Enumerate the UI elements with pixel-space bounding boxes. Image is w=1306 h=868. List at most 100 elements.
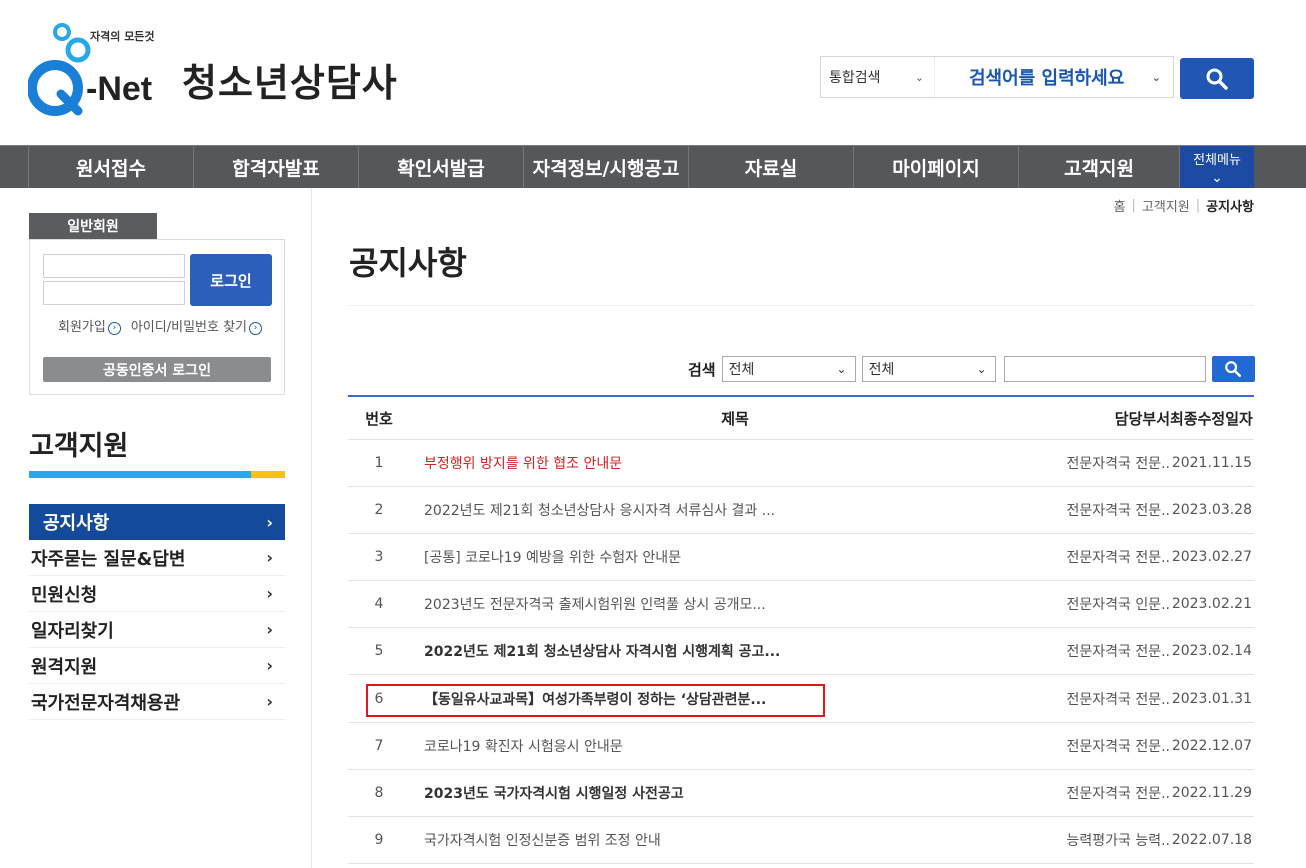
- table-row[interactable]: 8 2023년도 국가자격시험 시행일정 사전공고 전문자격국 전문.. 2022.1…: [348, 770, 1254, 817]
- row-title-link[interactable]: [공통] 코로나19 예방을 위한 수험자 안내문: [410, 547, 1060, 567]
- row-title-link[interactable]: 코로나19 확진자 시험응시 안내문: [410, 736, 1060, 756]
- row-number: 1: [374, 455, 384, 472]
- svg-text:-Net: -Net: [86, 70, 152, 108]
- username-field[interactable]: [43, 254, 185, 278]
- site-title[interactable]: 청소년상담사: [182, 52, 398, 107]
- sidebar-item-notices[interactable]: 공지사항 ›: [29, 504, 285, 540]
- sidebar-divider: [311, 188, 312, 868]
- row-department: 전문자격국 전문..: [1066, 503, 1170, 520]
- search-icon: [1206, 68, 1228, 90]
- notice-table: 번호 제목 담당부서 최종수정일자 1 부정행위 방지를 위한 협조 안내문 전문자…: [348, 395, 1254, 864]
- sidebar-title: 고객지원: [29, 431, 129, 462]
- sidebar-item-faq[interactable]: 자주묻는 질문&답변 ›: [29, 540, 285, 576]
- login-links: 회원가입 › 아이디/비밀번호 찾기 ›: [58, 316, 262, 335]
- sidebar-item-recruitment[interactable]: 국가전문자격채용관 ›: [29, 684, 285, 720]
- row-department: 전문자격국 전문..: [1066, 456, 1170, 473]
- login-button[interactable]: 로그인: [190, 254, 272, 306]
- row-title-link[interactable]: 2022년도 제21회 청소년상담사 응시자격 서류심사 결과 ...: [410, 500, 1060, 520]
- sidebar-item-label: 공지사항: [43, 513, 110, 534]
- cert-login-button[interactable]: 공동인증서 로그인: [43, 357, 271, 382]
- table-row[interactable]: 3 [공통] 코로나19 예방을 위한 수험자 안내문 전문자격국 전문.. 2023…: [348, 534, 1254, 582]
- nav-item-certificates[interactable]: 확인서발급: [358, 146, 523, 188]
- signup-link[interactable]: 회원가입 ›: [58, 316, 121, 335]
- row-date: 2022.12.07: [1171, 737, 1252, 754]
- row-date: 2023.02.21: [1171, 596, 1252, 613]
- row-department: 전문자격국 전문..: [1066, 550, 1170, 567]
- select-value: 전체: [728, 362, 755, 378]
- row-department: 전문자격국 전문..: [1066, 644, 1170, 661]
- sidebar-item-label: 자주묻는 질문&답변: [31, 548, 186, 570]
- table-row[interactable]: 6 【동일유사교과목】여성가족부령이 정하는 ‘상담관련분... 전문자격국 전문.…: [348, 675, 1254, 723]
- integrated-search: 통합검색 ⌄ 검색어를 입력하세요 ⌄: [820, 56, 1174, 98]
- row-number: 9: [374, 831, 384, 848]
- search-field-select[interactable]: 전체 ⌄: [861, 356, 996, 382]
- search-scope-select[interactable]: 통합검색 ⌄: [821, 57, 935, 97]
- all-menu-button[interactable]: 전체메뉴 ⌄: [1180, 146, 1254, 188]
- chevron-down-icon: ⌄: [914, 70, 924, 84]
- row-date: 2022.07.18: [1171, 831, 1252, 848]
- board-search-button[interactable]: [1211, 356, 1255, 382]
- row-number: 6: [374, 690, 384, 707]
- chevron-right-icon: ›: [266, 584, 273, 603]
- row-date: 2023.01.31: [1171, 690, 1252, 707]
- row-number: 7: [374, 737, 384, 754]
- find-account-link[interactable]: 아이디/비밀번호 찾기 ›: [131, 316, 262, 335]
- breadcrumb-home[interactable]: 홈: [1114, 196, 1126, 215]
- search-icon: [1225, 361, 1242, 378]
- table-row[interactable]: 7 코로나19 확진자 시험응시 안내문 전문자격국 전문.. 2022.12.07: [348, 723, 1254, 770]
- chevron-down-icon: ⌄: [836, 362, 847, 376]
- login-box: 로그인 회원가입 › 아이디/비밀번호 찾기 › 공동인증서 로그인: [29, 239, 285, 395]
- search-category-select[interactable]: 전체 ⌄: [721, 356, 856, 382]
- chevron-right-icon: ›: [266, 692, 273, 711]
- chevron-down-icon: ⌄: [976, 362, 987, 376]
- sidebar-item-label: 일자리찾기: [31, 620, 114, 642]
- header-dept: 담당부서: [1114, 409, 1170, 428]
- page-title: 공지사항: [349, 244, 467, 282]
- title-divider: [349, 305, 1254, 306]
- search-button[interactable]: [1180, 58, 1254, 99]
- sidebar-item-jobs[interactable]: 일자리찾기 ›: [29, 612, 285, 648]
- row-title-link[interactable]: 부정행위 방지를 위한 협조 안내문: [410, 453, 1060, 473]
- board-search: 검색 전체 ⌄ 전체 ⌄: [688, 356, 1255, 382]
- sidebar-item-label: 민원신청: [31, 584, 98, 606]
- table-row[interactable]: 1 부정행위 방지를 위한 협조 안내문 전문자격국 전문.. 2021.11.15: [348, 440, 1254, 488]
- nav-item-mypage[interactable]: 마이페이지: [853, 146, 1018, 188]
- row-title-link[interactable]: 【동일유사교과목】여성가족부령이 정하는 ‘상담관련분...: [410, 689, 1060, 709]
- table-row[interactable]: 9 국가자격시험 인정신분증 범위 조정 안내 능력평가국 능력.. 2022.07.…: [348, 817, 1254, 864]
- table-row[interactable]: 2 2022년도 제21회 청소년상담사 응시자격 서류심사 결과 ... 전문자격…: [348, 487, 1254, 535]
- nav-item-support[interactable]: 고객지원: [1018, 146, 1180, 188]
- member-tab[interactable]: 일반회원: [29, 213, 157, 239]
- chevron-right-icon: ›: [266, 512, 273, 532]
- board-search-input[interactable]: [1003, 356, 1206, 382]
- qnet-logo[interactable]: 자격의 모든것 -Net: [27, 22, 168, 118]
- sidebar-item-label: 국가전문자격채용관: [31, 692, 181, 714]
- nav-item-qualification-info[interactable]: 자격정보/시행공고: [523, 146, 688, 188]
- row-number: 2: [374, 502, 384, 519]
- chevron-right-icon: ›: [266, 656, 273, 675]
- sidebar-item-complaint[interactable]: 민원신청 ›: [29, 576, 285, 612]
- row-title-link[interactable]: 2023년도 전문자격국 출제시험위원 인력풀 상시 공개모...: [410, 594, 1060, 614]
- main-nav: 원서접수 합격자발표 확인서발급 자격정보/시행공고 자료실 마이페이지 고객지…: [0, 145, 1306, 188]
- sidebar-menu: 공지사항 › 자주묻는 질문&답변 › 민원신청 › 일자리찾기 › 원격지원 › 국가전…: [29, 504, 285, 720]
- signup-label: 회원가입: [58, 320, 106, 335]
- row-department: 전문자격국 인문..: [1066, 597, 1170, 614]
- sidebar-item-label: 원격지원: [31, 656, 98, 678]
- nav-item-results[interactable]: 합격자발표: [193, 146, 358, 188]
- breadcrumb-parent[interactable]: 고객지원: [1142, 196, 1190, 215]
- row-title-link[interactable]: 2023년도 국가자격시험 시행일정 사전공고: [410, 783, 1060, 803]
- chevron-right-icon: ›: [266, 548, 273, 567]
- header-title: 제목: [721, 409, 749, 428]
- nav-item-resources[interactable]: 자료실: [688, 146, 853, 188]
- search-placeholder: 검색어를 입력하세요: [969, 68, 1125, 89]
- chevron-right-icon: ›: [266, 620, 273, 639]
- table-row[interactable]: 4 2023년도 전문자격국 출제시험위원 인력풀 상시 공개모... 전문자격국 …: [348, 581, 1254, 629]
- row-title-link[interactable]: 국가자격시험 인정신분증 범위 조정 안내: [410, 830, 1060, 850]
- sidebar-item-remote-support[interactable]: 원격지원 ›: [29, 648, 285, 684]
- row-date: 2022.11.29: [1171, 784, 1252, 801]
- all-menu-label: 전체메뉴: [1193, 152, 1241, 168]
- table-row[interactable]: 5 2022년도 제21회 청소년상담사 자격시험 시행계획 공고... 전문자격국…: [348, 628, 1254, 676]
- row-title-link[interactable]: 2022년도 제21회 청소년상담사 자격시험 시행계획 공고...: [410, 641, 1060, 661]
- password-field[interactable]: [43, 281, 185, 305]
- nav-item-application[interactable]: 원서접수: [28, 146, 193, 188]
- search-input[interactable]: 검색어를 입력하세요 ⌄: [935, 64, 1173, 90]
